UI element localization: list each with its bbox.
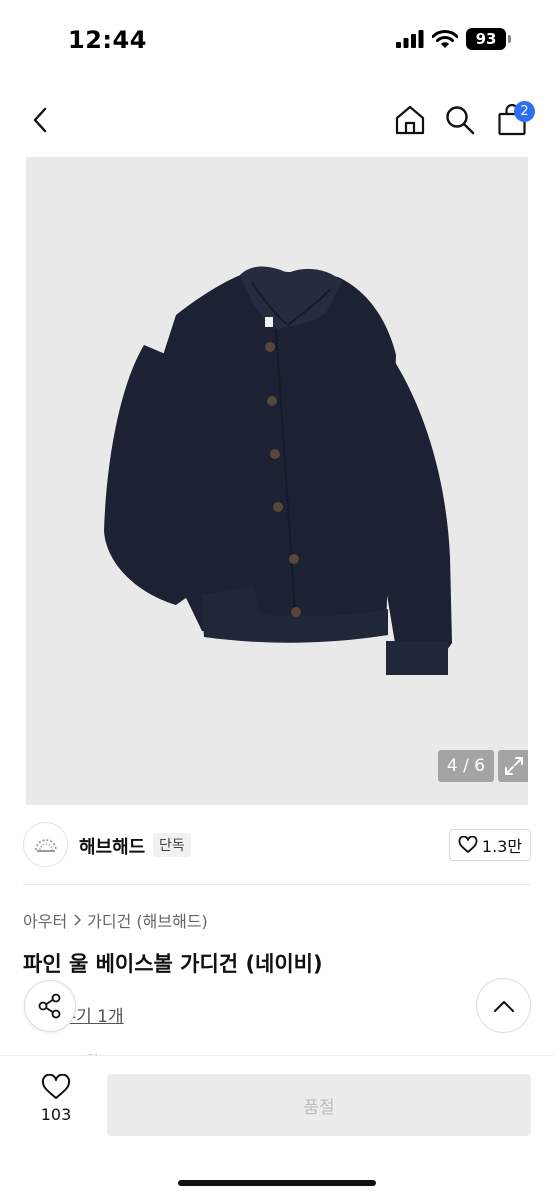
battery-tip <box>508 35 511 43</box>
status-bar: 12:44 93 <box>0 0 554 84</box>
exclusive-badge: 단독 <box>153 833 191 857</box>
breadcrumb-category[interactable]: 아우터 <box>23 908 67 932</box>
breadcrumb: 아우터 가디건 (해브해드) <box>23 908 208 932</box>
search-button[interactable] <box>440 100 480 140</box>
chevron-up-icon <box>493 1000 514 1012</box>
brand-logo[interactable] <box>23 822 68 867</box>
scroll-top-button[interactable] <box>476 978 531 1033</box>
home-button[interactable] <box>390 100 430 140</box>
breadcrumb-subcategory[interactable]: 가디건 (해브해드) <box>87 908 208 932</box>
battery-indicator: 93 <box>466 28 511 50</box>
image-counter: 4 / 6 <box>438 750 494 782</box>
brand-like-count: 1.3만 <box>481 837 523 856</box>
status-icons: 93 <box>396 28 511 50</box>
cellular-signal-icon <box>396 30 424 48</box>
brand-like-button[interactable]: 1.3만 <box>449 829 531 861</box>
wishlist-count: 103 <box>40 1105 72 1124</box>
heart-icon <box>41 1074 71 1099</box>
share-button[interactable] <box>24 980 76 1032</box>
wifi-icon <box>432 29 458 48</box>
brand-row: 해브해드 단독 1.3만 <box>0 820 554 886</box>
home-icon <box>395 105 425 135</box>
product-image[interactable]: 4 / 6 <box>26 157 528 805</box>
cart-count-badge: 2 <box>514 101 535 122</box>
chevron-right-icon <box>74 914 82 926</box>
cart-button[interactable]: 2 <box>492 100 535 140</box>
brand-logo-icon <box>34 838 57 852</box>
search-icon <box>446 106 475 135</box>
chevron-left-icon <box>33 107 47 133</box>
expand-image-button[interactable] <box>498 750 528 782</box>
status-time: 12:44 <box>68 26 147 54</box>
product-title: 파인 울 베이스볼 가디건 (네이비) <box>23 952 323 976</box>
sold-out-button[interactable]: 품절 <box>107 1074 531 1136</box>
cardigan-photo <box>104 266 452 675</box>
back-button[interactable] <box>20 100 60 140</box>
share-icon <box>38 993 61 1019</box>
expand-icon <box>505 757 523 775</box>
divider <box>23 884 531 885</box>
wishlist-button[interactable]: 103 <box>28 1074 84 1136</box>
nav-bar: 2 <box>0 92 554 148</box>
review-link[interactable]: -기 1개 <box>70 1002 124 1027</box>
bottom-bar: 103 품절 <box>0 1055 554 1200</box>
home-indicator <box>178 1180 376 1186</box>
heart-outline-icon <box>458 836 478 853</box>
brand-name[interactable]: 해브해드 <box>79 833 145 859</box>
battery-level: 93 <box>475 30 497 48</box>
